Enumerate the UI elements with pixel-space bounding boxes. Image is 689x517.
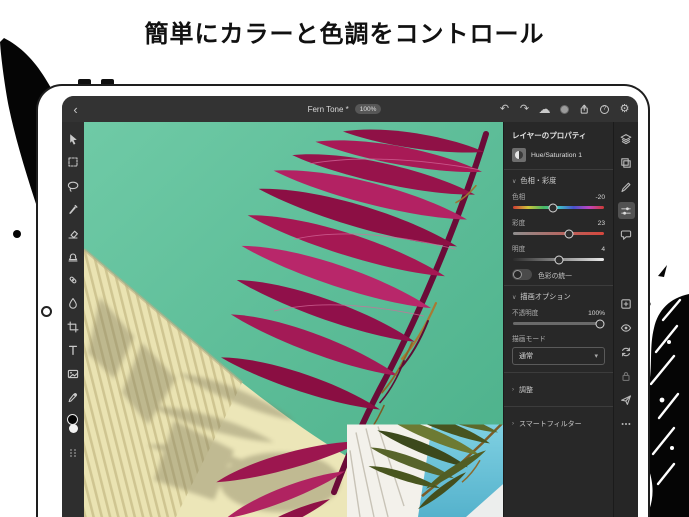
color-chips[interactable] — [65, 414, 81, 436]
adjustment-layer-icon — [515, 151, 523, 159]
layer-row[interactable]: Hue/Saturation 1 — [512, 148, 605, 162]
layer-properties-panel: レイヤーのプロパティ Hue/Saturation 1 ∨ 色相・彩度 色相 -… — [503, 122, 613, 517]
chevron-down-icon: ▾ — [594, 352, 598, 360]
smudge-tool[interactable] — [67, 297, 80, 310]
layer-thumbnail — [512, 148, 526, 162]
section-label: 調整 — [519, 385, 533, 395]
page-title: 簡単にカラーと色調をコントロール — [0, 14, 689, 49]
brush-tool[interactable] — [67, 203, 80, 216]
lightness-slider-knob[interactable] — [554, 255, 563, 264]
document-canvas[interactable] — [84, 122, 503, 517]
share-icon[interactable] — [579, 104, 590, 115]
type-tool[interactable] — [67, 344, 80, 357]
section-hue-saturation[interactable]: ∨ 色相・彩度 — [512, 176, 605, 186]
chevron-down-icon: ∨ — [512, 294, 516, 301]
palm-leaf-artwork — [84, 122, 503, 517]
redo-icon[interactable]: ↷ — [519, 104, 530, 115]
layer-name: Hue/Saturation 1 — [531, 152, 582, 159]
zoom-level-badge[interactable]: 100% — [355, 104, 382, 114]
section-adjust[interactable]: › 調整 — [512, 379, 605, 401]
front-camera — [41, 306, 52, 317]
section-smart-filters[interactable]: › スマートフィルター — [512, 413, 605, 435]
back-icon[interactable]: ‹ — [70, 104, 81, 115]
undo-icon[interactable]: ↶ — [499, 104, 510, 115]
hue-row: 色相 -20 — [512, 191, 605, 201]
saturation-row: 彩度 23 — [512, 217, 605, 227]
opacity-value: 100% — [588, 310, 605, 317]
document-title[interactable]: Fern Tone * — [308, 105, 349, 114]
comments-icon[interactable] — [618, 226, 635, 243]
blend-mode-dropdown[interactable]: 通常 ▾ — [512, 347, 605, 365]
more-tools[interactable] — [67, 447, 80, 460]
hue-label: 色相 — [512, 191, 525, 201]
opacity-slider-knob[interactable] — [596, 319, 605, 328]
opacity-row: 不透明度 100% — [512, 307, 605, 317]
colorize-row: 色彩の統一 — [512, 269, 605, 280]
healing-brush-tool[interactable] — [67, 273, 80, 286]
saturation-slider-knob[interactable] — [565, 229, 574, 238]
hue-value: -20 — [595, 194, 605, 201]
right-taskbar — [613, 122, 638, 517]
background-color-chip — [69, 424, 78, 433]
lightness-value: 4 — [601, 246, 605, 253]
avatar-icon[interactable] — [559, 104, 570, 115]
hue-slider-knob[interactable] — [549, 203, 558, 212]
blend-mode-label: 描画モード — [512, 333, 605, 343]
chevron-right-icon: › — [512, 387, 514, 393]
lightness-label: 明度 — [512, 243, 525, 253]
panel-title: レイヤーのプロパティ — [512, 130, 605, 141]
lock-icon[interactable] — [618, 367, 635, 384]
marketing-page: 簡単にカラーと色調をコントロール ‹ Fern Tone * 100% — [0, 0, 689, 517]
crop-tool[interactable] — [67, 320, 80, 333]
properties-icon[interactable] — [618, 202, 635, 219]
settings-icon[interactable]: ⚙ — [619, 104, 630, 115]
lightness-slider[interactable] — [513, 258, 604, 261]
section-label: 描画オプション — [520, 292, 570, 302]
help-icon[interactable]: ? — [599, 104, 610, 115]
photoshop-app: ‹ Fern Tone * 100% ↶ ↷ ☁ ? ⚙ — [62, 96, 638, 517]
clone-stamp-tool[interactable] — [67, 250, 80, 263]
opacity-label: 不透明度 — [512, 307, 538, 317]
lasso-select-tool[interactable] — [67, 179, 80, 192]
section-blend-options[interactable]: ∨ 描画オプション — [512, 292, 605, 302]
opacity-slider[interactable] — [513, 322, 604, 325]
tool-strip — [62, 122, 84, 517]
move-tool[interactable] — [67, 132, 80, 145]
place-photo-tool[interactable] — [67, 367, 80, 380]
layer-stack-icon[interactable] — [618, 154, 635, 171]
lightness-row: 明度 4 — [512, 243, 605, 253]
saturation-slider[interactable] — [513, 232, 604, 235]
cloud-sync-icon[interactable]: ☁ — [539, 104, 550, 115]
app-top-bar: ‹ Fern Tone * 100% ↶ ↷ ☁ ? ⚙ — [62, 96, 638, 122]
saturation-label: 彩度 — [512, 217, 525, 227]
colorize-toggle[interactable] — [512, 269, 532, 280]
blend-mode-value: 通常 — [519, 351, 533, 361]
edit-icon[interactable] — [618, 178, 635, 195]
layers-icon[interactable] — [618, 130, 635, 147]
chevron-right-icon: › — [512, 421, 514, 427]
add-layer-icon[interactable] — [618, 295, 635, 312]
section-label: 色相・彩度 — [520, 176, 556, 186]
hue-slider[interactable] — [513, 206, 604, 209]
send-icon[interactable] — [618, 391, 635, 408]
transform-tool[interactable] — [67, 156, 80, 169]
section-label: スマートフィルター — [519, 419, 582, 429]
eyedropper-tool[interactable] — [67, 391, 80, 404]
colorize-label: 色彩の統一 — [538, 270, 572, 280]
more-icon[interactable] — [618, 415, 635, 432]
visibility-icon[interactable] — [618, 319, 635, 336]
saturation-value: 23 — [598, 220, 605, 227]
eraser-tool[interactable] — [67, 226, 80, 239]
rotate-icon[interactable] — [618, 343, 635, 360]
chevron-down-icon: ∨ — [512, 178, 516, 185]
foreground-color-chip — [67, 414, 78, 425]
